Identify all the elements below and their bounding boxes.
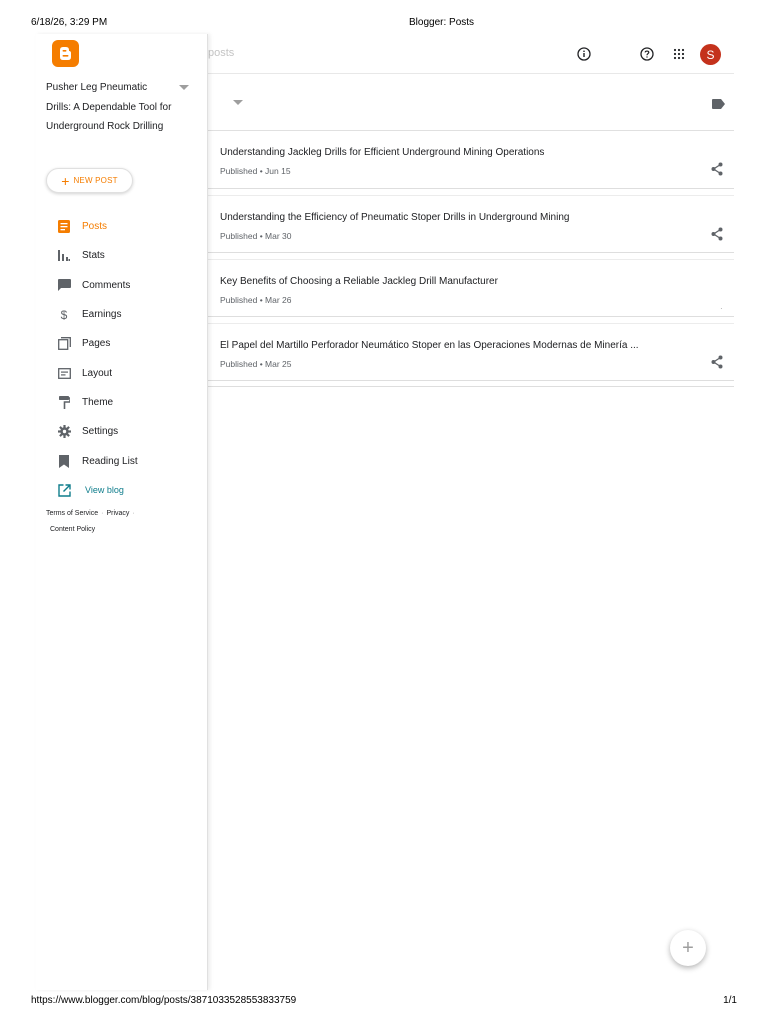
post-item[interactable]: Key Benefits of Choosing a Reliable Jack… — [208, 259, 734, 317]
sidebar-item-label: Reading List — [82, 455, 138, 467]
share-icon[interactable] — [710, 162, 724, 176]
print-datetime: 6/18/26, 3:29 PM — [31, 17, 108, 28]
open-external-icon — [56, 482, 72, 498]
sidebar-item-label: Settings — [82, 426, 119, 438]
blog-title[interactable]: Pusher Leg Pneumatic Drills: A Dependabl… — [46, 78, 172, 137]
blog-switcher-caret-icon[interactable] — [179, 85, 189, 90]
sidebar-item-layout[interactable]: Layout — [36, 358, 208, 387]
print-header: 6/18/26, 3:29 PM Blogger: Posts — [0, 17, 768, 31]
layout-icon — [56, 365, 72, 381]
stats-icon — [56, 248, 72, 264]
sidebar-item-stats[interactable]: Stats — [36, 241, 208, 270]
post-status: Published • Mar 30 — [220, 231, 292, 241]
sidebar-footer-links: Terms of Service · Privacy · Content Policy — [46, 506, 176, 538]
info-icon[interactable] — [574, 44, 594, 64]
post-status: Published • Mar 25 — [220, 359, 292, 369]
search-posts-hint[interactable]: posts — [208, 47, 234, 59]
sidebar-item-label: Pages — [82, 338, 111, 350]
privacy-link[interactable]: Privacy — [106, 510, 129, 517]
bookmark-icon — [56, 453, 72, 469]
comments-icon — [56, 277, 72, 293]
post-item[interactable]: El Papel del Martillo Perforador Neumáti… — [208, 323, 734, 381]
post-title[interactable]: Understanding the Efficiency of Pneumati… — [220, 212, 569, 223]
sidebar-item-label: Stats — [82, 250, 105, 262]
post-item[interactable]: Understanding Jackleg Drills for Efficie… — [208, 131, 734, 189]
label-icon[interactable] — [712, 96, 725, 114]
sidebar-item-posts[interactable]: Posts — [36, 212, 208, 241]
share-icon[interactable] — [710, 227, 724, 241]
post-title[interactable]: Key Benefits of Choosing a Reliable Jack… — [220, 276, 498, 287]
post-title[interactable]: Understanding Jackleg Drills for Efficie… — [220, 147, 544, 158]
sidebar-item-label: View blog — [85, 485, 124, 496]
filter-dropdown-caret-icon[interactable] — [233, 100, 243, 105]
sidebar-item-label: Comments — [82, 279, 131, 291]
overflow-dot-icon: · — [720, 304, 723, 313]
sidebar-item-pages[interactable]: Pages — [36, 329, 208, 358]
sidebar-item-label: Layout — [82, 367, 113, 379]
post-list: Understanding Jackleg Drills for Efficie… — [208, 131, 734, 387]
new-post-fab-button[interactable]: + — [670, 930, 706, 966]
share-icon[interactable] — [710, 355, 724, 369]
content-policy-link[interactable]: Content Policy — [46, 526, 95, 533]
sidebar-item-reading-list[interactable]: Reading List — [36, 446, 208, 475]
post-list-divider — [208, 381, 734, 387]
sidebar-item-theme[interactable]: Theme — [36, 388, 208, 417]
print-page-title: Blogger: Posts — [409, 17, 475, 28]
gear-icon — [56, 424, 72, 440]
sidebar-item-label: Theme — [82, 396, 114, 408]
footer-separator: · — [132, 510, 135, 517]
apps-icon[interactable] — [669, 44, 689, 64]
sidebar-item-settings[interactable]: Settings — [36, 417, 208, 446]
sidebar-item-label: Earnings — [82, 309, 122, 321]
post-status: Published • Jun 15 — [220, 166, 291, 176]
sidebar-item-view-blog[interactable]: View blog — [36, 476, 208, 505]
terms-link[interactable]: Terms of Service — [46, 510, 98, 517]
post-status: Published • Mar 26 — [220, 295, 292, 305]
sidebar-item-earnings[interactable]: $ Earnings — [36, 300, 208, 329]
new-post-label: NEW POST — [73, 176, 118, 185]
pages-icon — [56, 336, 72, 352]
blogger-logo-icon[interactable] — [52, 40, 79, 67]
posts-icon — [56, 219, 72, 235]
print-footer: https://www.blogger.com/blog/posts/38710… — [0, 995, 768, 1009]
new-post-button[interactable]: + NEW POST — [46, 168, 133, 193]
account-avatar[interactable]: S — [700, 44, 721, 65]
sidebar-item-label: Posts — [82, 221, 108, 233]
help-icon[interactable] — [637, 44, 657, 64]
print-url: https://www.blogger.com/blog/posts/38710… — [31, 995, 297, 1006]
earnings-icon: $ — [60, 307, 68, 322]
post-item[interactable]: Understanding the Efficiency of Pneumati… — [208, 195, 734, 253]
post-title[interactable]: El Papel del Martillo Perforador Neumáti… — [220, 340, 639, 351]
theme-icon — [56, 394, 72, 410]
sidebar-item-comments[interactable]: Comments — [36, 271, 208, 300]
sidebar-nav: Posts Stats Comments $ Earnings Pages La… — [36, 212, 208, 505]
print-page-count: 1/1 — [723, 995, 737, 1006]
navigation-drawer: Pusher Leg Pneumatic Drills: A Dependabl… — [36, 34, 208, 990]
blogger-app: posts S Understanding Jackleg Drills for… — [36, 34, 734, 990]
plus-icon: + — [61, 172, 70, 189]
